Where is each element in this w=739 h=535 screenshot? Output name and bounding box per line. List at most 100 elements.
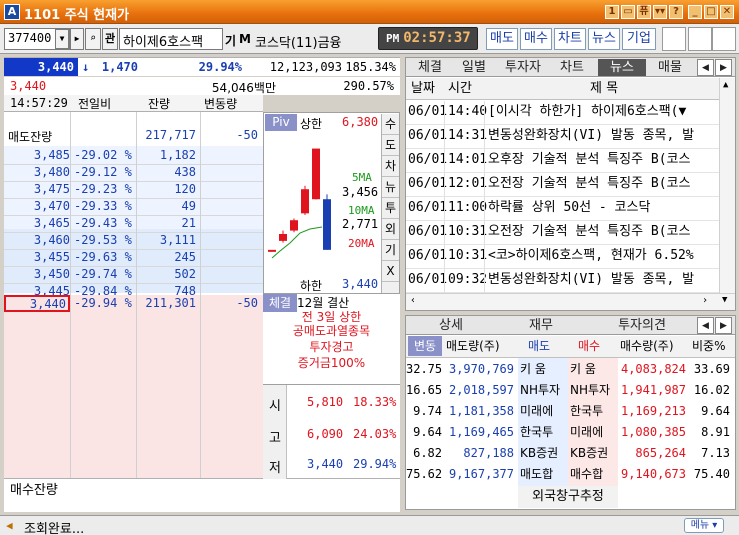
tab-prev-icon[interactable]: ◀ — [697, 317, 714, 334]
side-tabs: 수 도 차 뉴 투 외 기 X — [381, 114, 399, 293]
menu-button[interactable]: 메뉴 ▾ — [684, 518, 724, 533]
side-tab[interactable]: 기 — [382, 240, 399, 261]
lower-limit-label: 하한 — [300, 279, 323, 293]
side-tab[interactable]: 투 — [382, 198, 399, 219]
broker-row[interactable]: 9.64 1,169,465 한국투 미래에 1,080,385 8.91 — [406, 422, 735, 444]
custom-button-3[interactable] — [712, 27, 736, 51]
chart-nav-button[interactable]: 차트 — [554, 28, 586, 50]
help-icon[interactable]: ? — [669, 5, 683, 19]
current-price: 3,440 — [4, 58, 78, 76]
news-panel: 체결 일별 투자자 차트 뉴스 매물 ◀ ▶ 날짜 시간 제 목 06/01 14… — [405, 57, 736, 311]
next-arrow-icon[interactable]: ▶ — [70, 28, 84, 50]
col-time: 시간 — [448, 81, 472, 96]
custom-button-1[interactable] — [662, 27, 686, 51]
news-vscrollbar[interactable]: ▲ — [719, 78, 735, 293]
window-copy-icon[interactable]: ▭ — [621, 5, 635, 19]
header-change: 변동량 — [204, 97, 238, 111]
side-tab[interactable]: 도 — [382, 135, 399, 156]
news-row[interactable]: 06/01 10:31 <코>하이제6호스팩, 현재가 6.52% — [406, 245, 719, 269]
foreign-estimate-button[interactable]: 외국창구추정 — [518, 486, 618, 508]
tab-chart[interactable]: 차트 — [552, 59, 592, 76]
news-row[interactable]: 06/01 14:31 변동성완화장치(VI) 발동 종목, 발 — [406, 125, 719, 149]
tab-next-icon[interactable]: ▶ — [715, 317, 732, 334]
open-pct: 18.33% — [353, 395, 397, 409]
bid-row-top[interactable]: 3,440 -29.94 % 211,301 -50 — [4, 295, 263, 313]
scroll-up-icon[interactable]: ▲ — [723, 80, 728, 90]
stock-name-field[interactable]: 하이제6호스팩 — [119, 28, 223, 50]
tab-next-icon[interactable]: ▶ — [715, 59, 732, 76]
broker-header: 변동 매도량(주) 매도 매수 매수량(주) 비중% — [406, 336, 735, 358]
company-nav-button[interactable]: 기업 — [622, 28, 656, 50]
scroll-down-icon[interactable]: ▼ — [722, 295, 727, 305]
tab-finance[interactable]: 재무 — [506, 317, 576, 334]
side-tab[interactable]: 차 — [382, 156, 399, 177]
search-icon[interactable]: ⌕ — [85, 28, 101, 50]
tab-volume-profile[interactable]: 매물 — [650, 59, 690, 76]
tab-investor[interactable]: 투자자 — [498, 59, 548, 76]
col-divider — [70, 112, 71, 478]
prev-price: 3,440 — [10, 79, 47, 93]
notice-line: 증거금100% — [297, 356, 366, 370]
pin-icon[interactable]: 퓨 — [637, 5, 651, 19]
news-row[interactable]: 06/01 09:32 변동성완화장치(VI) 발동 종목, 발 — [406, 269, 719, 293]
broker-tabs: 상세 재무 투자의견 ◀ ▶ — [406, 316, 735, 335]
code-dropdown-icon[interactable]: ▼ — [55, 29, 69, 49]
side-tab[interactable]: 외 — [382, 219, 399, 240]
candle-body — [312, 148, 320, 200]
tab-detail[interactable]: 상세 — [416, 317, 486, 334]
side-tab[interactable]: 수 — [382, 114, 399, 135]
broker-total-row: 75.62 9,167,377 매도합 매수합 9,140,673 75.40 — [406, 467, 730, 481]
col-buy: 매수 — [578, 339, 601, 353]
high-label: 고 — [269, 431, 281, 446]
custom-button-2[interactable] — [688, 27, 712, 51]
tab-opinion[interactable]: 투자의견 — [602, 317, 682, 334]
col-title: 제 목 — [590, 81, 619, 96]
broker-row[interactable]: 16.65 2,018,597 NH투자 NH투자 1,941,987 16.02 — [406, 380, 735, 402]
sell-nav-button[interactable]: 매도 — [486, 28, 518, 50]
news-row[interactable]: 06/01 14:01 오후장 기술적 분석 특징주 B(코스 — [406, 149, 719, 173]
stock-notice: 체결 12월 결산 전 3일 상한 공매도과열종목 투자경고 증거금100% — [263, 294, 400, 384]
ma10-value: 2,771 — [342, 217, 379, 231]
news-row[interactable]: 06/01 12:01 오전장 기술적 분석 특징주 B(코스 — [406, 173, 719, 197]
piv-button[interactable]: Piv — [265, 114, 297, 131]
tab-news[interactable]: 뉴스 — [598, 59, 646, 76]
price-change: 1,470 — [101, 60, 138, 74]
low-value: 3,440 — [307, 457, 344, 471]
high-pct: 24.03% — [353, 427, 397, 441]
change-toggle-button[interactable]: 변동 — [408, 336, 442, 356]
tab-trade[interactable]: 체결 — [410, 59, 450, 76]
maximize-icon[interactable]: □ — [704, 5, 718, 19]
broker-row[interactable]: 32.75 3,970,769 키 움키 움 4,083,824 33.69 — [406, 359, 735, 381]
news-hscrollbar[interactable]: ‹ › ▼ — [406, 293, 735, 310]
sell-total-row: 매도잔량 217,717 -50 — [4, 126, 263, 146]
col-date: 날짜 — [411, 81, 435, 96]
tab-prev-icon[interactable]: ◀ — [697, 59, 714, 76]
col-divider — [444, 101, 445, 293]
low-label: 저 — [269, 461, 281, 476]
broker-row[interactable]: 6.82 827,188 KB증권 KB증권 865,264 7.13 — [406, 443, 735, 465]
col-buy-vol: 매수량(주) — [620, 339, 674, 353]
news-tabs: 체결 일별 투자자 차트 뉴스 매물 ◀ ▶ — [406, 58, 735, 77]
broker-row[interactable]: 9.74 1,181,358 미래에 한국투 1,169,213 9.64 — [406, 401, 735, 423]
news-row[interactable]: 06/01 11:00 하락률 상위 50선 - 코스닥 — [406, 197, 719, 221]
news-row[interactable]: 06/01 10:31 오전장 기술적 분석 특징주 B(코스 — [406, 221, 719, 245]
tab-daily[interactable]: 일별 — [454, 59, 494, 76]
buy-nav-button[interactable]: 매수 — [520, 28, 552, 50]
options-icon[interactable]: ▾▾ — [653, 5, 667, 19]
scroll-left-icon[interactable]: ‹ — [410, 295, 416, 306]
col-divider — [136, 112, 137, 478]
col-weight: 비중% — [692, 339, 726, 353]
minimize-icon[interactable]: _ — [688, 5, 702, 19]
side-tab[interactable]: 뉴 — [382, 177, 399, 198]
candle-body — [301, 189, 309, 214]
news-row[interactable]: 06/01 14:40 [이시각 하한가] 하이제6호스팩(▼ — [406, 101, 719, 125]
bid-area — [4, 311, 263, 478]
related-stocks-icon[interactable]: 관 — [102, 28, 118, 50]
candle-body — [323, 199, 331, 250]
close-icon[interactable]: ✕ — [720, 5, 734, 19]
close-icon[interactable]: X — [382, 261, 399, 282]
scroll-right-icon[interactable]: › — [702, 295, 708, 306]
screen-number-button[interactable]: 1 — [605, 5, 619, 19]
notice-line: 공매도과열종목 — [292, 324, 371, 338]
news-nav-button[interactable]: 뉴스 — [588, 28, 620, 50]
